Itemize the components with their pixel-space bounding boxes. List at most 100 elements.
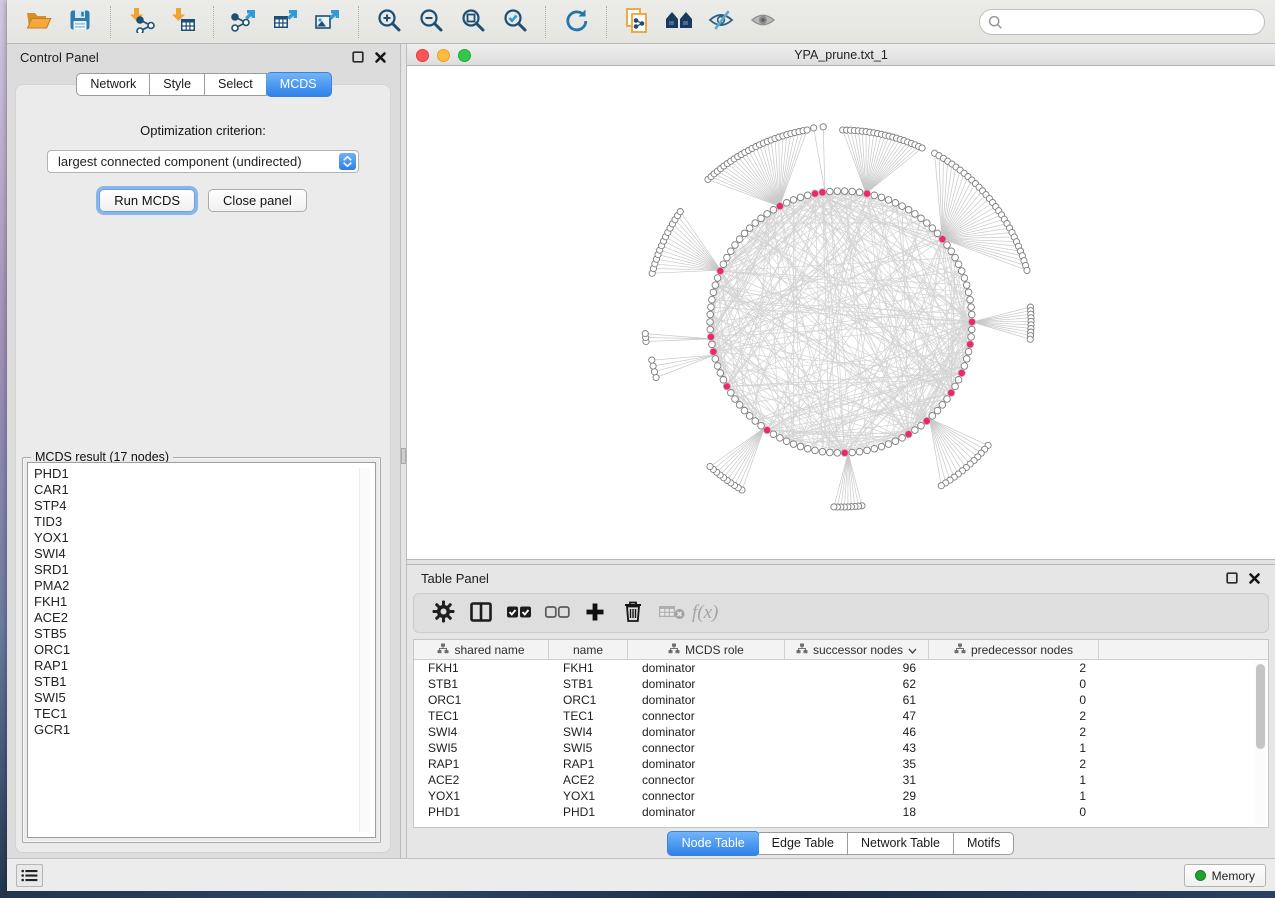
mcds-result-item[interactable]: STP4	[34, 498, 375, 514]
mcds-result-item[interactable]: SWI5	[34, 690, 375, 706]
column-header-predecessor-nodes[interactable]: predecessor nodes	[929, 640, 1099, 659]
hide-selected-button[interactable]	[700, 4, 742, 40]
export-network-button[interactable]	[223, 4, 265, 40]
table-cell[interactable]: RAP1	[414, 757, 549, 771]
run-mcds-button[interactable]: Run MCDS	[99, 189, 195, 212]
table-scrollbar-thumb[interactable]	[1256, 664, 1265, 749]
table-cell[interactable]: SWI4	[549, 725, 628, 739]
float-table-panel-icon[interactable]	[1225, 572, 1238, 585]
table-cell[interactable]: dominator	[628, 661, 785, 675]
table-cell[interactable]: 2	[929, 757, 1099, 771]
table-cell[interactable]: RAP1	[549, 757, 628, 771]
column-header-successor-nodes[interactable]: successor nodes	[785, 640, 929, 659]
table-cell[interactable]: 46	[785, 725, 929, 739]
table-cell[interactable]: 0	[929, 693, 1099, 707]
tab-mcds[interactable]: MCDS	[266, 72, 332, 97]
table-row[interactable]: RAP1RAP1dominator352	[414, 756, 1268, 772]
open-session-button[interactable]	[17, 4, 59, 40]
table-cell[interactable]: 31	[785, 773, 929, 787]
table-cell[interactable]: ORC1	[549, 693, 628, 707]
table-cell[interactable]: ORC1	[414, 693, 549, 707]
close-window-icon[interactable]	[416, 49, 429, 62]
mcds-result-list[interactable]: PHD1CAR1STP4TID3YOX1SWI4SRD1PMA2FKH1ACE2…	[27, 462, 376, 838]
mcds-result-item[interactable]: SWI4	[34, 546, 375, 562]
close-panel-button[interactable]: Close panel	[208, 189, 307, 212]
table-cell[interactable]: connector	[628, 773, 785, 787]
maximize-window-icon[interactable]	[458, 49, 471, 62]
table-cell[interactable]: 0	[929, 677, 1099, 691]
mcds-list-scrollbar[interactable]	[359, 468, 370, 832]
table-cell[interactable]: 47	[785, 709, 929, 723]
table-cell[interactable]: 1	[929, 773, 1099, 787]
mcds-result-item[interactable]: SRD1	[34, 562, 375, 578]
table-cell[interactable]: TEC1	[414, 709, 549, 723]
save-session-button[interactable]	[59, 4, 101, 40]
table-cell[interactable]: 1	[929, 789, 1099, 803]
column-header-name[interactable]: name	[549, 640, 628, 659]
table-cell[interactable]: connector	[628, 741, 785, 755]
mcds-result-item[interactable]: STB5	[34, 626, 375, 642]
deselect-all-rows-button[interactable]	[538, 597, 576, 629]
vertical-splitter[interactable]	[400, 44, 407, 858]
mcds-result-item[interactable]: ACE2	[34, 610, 375, 626]
table-cell[interactable]: YOX1	[414, 789, 549, 803]
mcds-result-item[interactable]: GCR1	[34, 722, 375, 738]
table-cell[interactable]: PHD1	[414, 805, 549, 819]
table-cell[interactable]: dominator	[628, 677, 785, 691]
table-row[interactable]: ACE2ACE2connector311	[414, 772, 1268, 788]
memory-button[interactable]: Memory	[1184, 864, 1266, 887]
mcds-result-item[interactable]: TEC1	[34, 706, 375, 722]
table-cell[interactable]: SWI5	[549, 741, 628, 755]
new-network-from-selection-button[interactable]	[616, 4, 658, 40]
import-table-button[interactable]	[162, 4, 204, 40]
table-row[interactable]: TEC1TEC1connector472	[414, 708, 1268, 724]
table-cell[interactable]: ACE2	[414, 773, 549, 787]
tab-style[interactable]: Style	[150, 73, 205, 96]
mcds-result-item[interactable]: CAR1	[34, 482, 375, 498]
table-cell[interactable]: STB1	[414, 677, 549, 691]
table-cell[interactable]: 96	[785, 661, 929, 675]
table-cell[interactable]: 0	[929, 805, 1099, 819]
table-cell[interactable]: 2	[929, 725, 1099, 739]
table-cell[interactable]: dominator	[628, 725, 785, 739]
mcds-result-item[interactable]: FKH1	[34, 594, 375, 610]
table-cell[interactable]: 43	[785, 741, 929, 755]
column-header-shared-name[interactable]: shared name	[414, 640, 549, 659]
mcds-result-item[interactable]: YOX1	[34, 530, 375, 546]
task-history-button[interactable]	[16, 864, 43, 887]
table-cell[interactable]: connector	[628, 789, 785, 803]
table-cell[interactable]: dominator	[628, 805, 785, 819]
table-cell[interactable]: 29	[785, 789, 929, 803]
delete-rows-button[interactable]	[614, 597, 652, 629]
table-cell[interactable]: 61	[785, 693, 929, 707]
mcds-result-item[interactable]: PHD1	[34, 466, 375, 482]
show-all-button[interactable]	[742, 4, 784, 40]
mcds-result-item[interactable]: ORC1	[34, 642, 375, 658]
tab-network-table[interactable]: Network Table	[848, 832, 954, 855]
first-neighbors-button[interactable]	[658, 4, 700, 40]
search-input[interactable]	[979, 9, 1265, 35]
tab-network[interactable]: Network	[76, 73, 150, 96]
table-cell[interactable]: dominator	[628, 757, 785, 771]
zoom-fit-button[interactable]	[452, 4, 494, 40]
network-graph[interactable]	[407, 66, 1275, 559]
table-cell[interactable]: 62	[785, 677, 929, 691]
table-cell[interactable]: FKH1	[549, 661, 628, 675]
table-scrollbar[interactable]	[1254, 662, 1266, 825]
table-cell[interactable]: PHD1	[549, 805, 628, 819]
zoom-in-button[interactable]	[368, 4, 410, 40]
tab-select[interactable]: Select	[205, 73, 267, 96]
network-window-titlebar[interactable]: YPA_prune.txt_1	[407, 44, 1275, 66]
table-row[interactable]: YOX1YOX1connector291	[414, 788, 1268, 804]
mcds-result-item[interactable]: PMA2	[34, 578, 375, 594]
minimize-window-icon[interactable]	[437, 49, 450, 62]
table-cell[interactable]: FKH1	[414, 661, 549, 675]
column-visibility-button[interactable]	[462, 597, 500, 629]
table-cell[interactable]: 35	[785, 757, 929, 771]
table-cell[interactable]: SWI5	[414, 741, 549, 755]
close-table-panel-icon[interactable]	[1248, 572, 1261, 585]
tab-node-table[interactable]: Node Table	[667, 831, 760, 856]
table-row[interactable]: PHD1PHD1dominator180	[414, 804, 1268, 820]
tab-edge-table[interactable]: Edge Table	[759, 832, 848, 855]
table-cell[interactable]: 18	[785, 805, 929, 819]
